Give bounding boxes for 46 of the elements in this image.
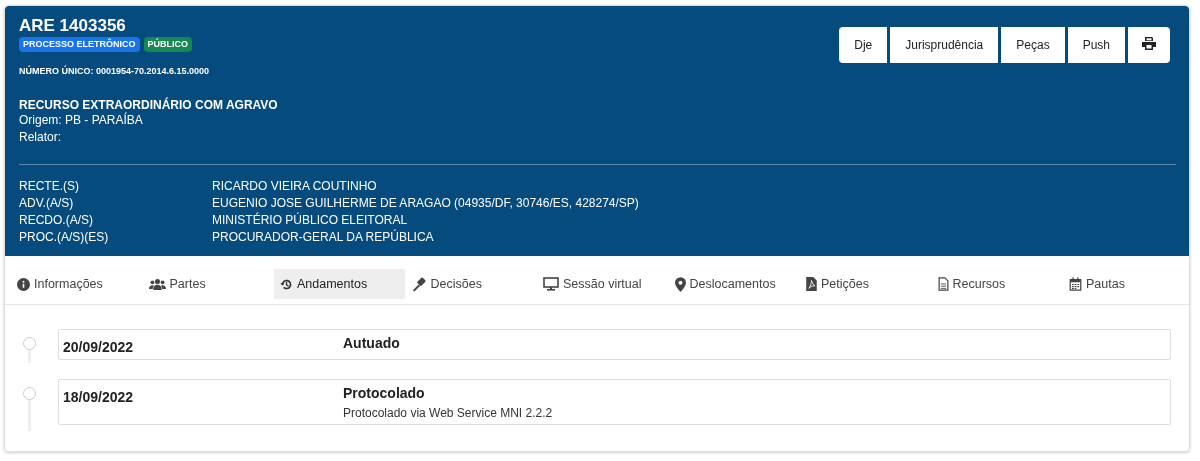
party-role: ADV.(A/S): [19, 195, 75, 212]
tab[interactable]: Petições: [800, 269, 875, 299]
print-icon: [1142, 37, 1156, 50]
timeline-marker: [23, 337, 35, 363]
case-class-text: RECURSO EXTRAORDINÁRIO COM AGRAVO: [19, 98, 278, 112]
party-name: MINISTÉRIO PÚBLICO ELEITORAL: [212, 212, 409, 229]
info-icon: [17, 277, 30, 291]
tab[interactable]: Andamentos: [274, 269, 405, 299]
unique-number-text: NÚMERO ÚNICO: 0001954-70.2014.6.15.0000: [19, 66, 211, 76]
header-button[interactable]: Peças: [1001, 27, 1065, 63]
status-tag: PÚBLICO: [143, 37, 192, 52]
print-button[interactable]: [1128, 27, 1170, 63]
header-button[interactable]: Push: [1067, 27, 1125, 63]
party-name: PROCURADOR-GERAL DA REPÚBLICA: [212, 229, 435, 246]
tab[interactable]: Sessão virtual: [537, 269, 648, 299]
header-button[interactable]: Jurisprudência: [890, 27, 999, 63]
party-role: RECDO.(A/S): [19, 212, 94, 229]
tab[interactable]: Deslocamentos: [668, 269, 782, 299]
calendar-icon: [1069, 277, 1082, 291]
tab[interactable]: Decisões: [405, 269, 488, 299]
header-button[interactable]: Dje: [839, 27, 888, 63]
users-icon: [148, 278, 166, 290]
tab[interactable]: Informações: [11, 269, 109, 299]
timeline-marker: [23, 387, 35, 431]
movement-description: Protocolado via Web Service MNI 2.2.2: [343, 406, 554, 420]
tab[interactable]: Pautas: [1063, 269, 1131, 299]
movement-date: 20/09/2022: [63, 339, 135, 355]
file-icon: [937, 277, 949, 291]
process-number-title: ARE 1403356: [19, 15, 127, 36]
status-tag: PROCESSO ELETRÔNICO: [19, 37, 140, 52]
movement-title: Autuado: [343, 335, 401, 351]
movement-date: 18/09/2022: [63, 389, 135, 407]
rapporteur-label: Relator:: [19, 129, 63, 146]
party-name: EUGENIO JOSE GUILHERME DE ARAGAO (04935/DF, 30746/ES, 428274/SP): [212, 195, 639, 212]
map-pin-icon: [674, 276, 686, 292]
monitor-icon: [543, 277, 559, 291]
movement-title: Protocolado: [343, 385, 426, 401]
party-role: PROC.(A/S)(ES): [19, 229, 110, 246]
party-name: RICARDO VIEIRA COUTINHO: [212, 178, 378, 195]
party-role: RECTE.(S): [19, 178, 80, 195]
gavel-icon: [411, 276, 427, 292]
pdf-file-icon: [806, 277, 817, 291]
origin-text: Origem: PB - PARAÍBA: [19, 112, 144, 129]
tab[interactable]: Partes: [142, 269, 212, 299]
history-icon: [280, 277, 293, 291]
tab[interactable]: Recursos: [931, 269, 1012, 299]
